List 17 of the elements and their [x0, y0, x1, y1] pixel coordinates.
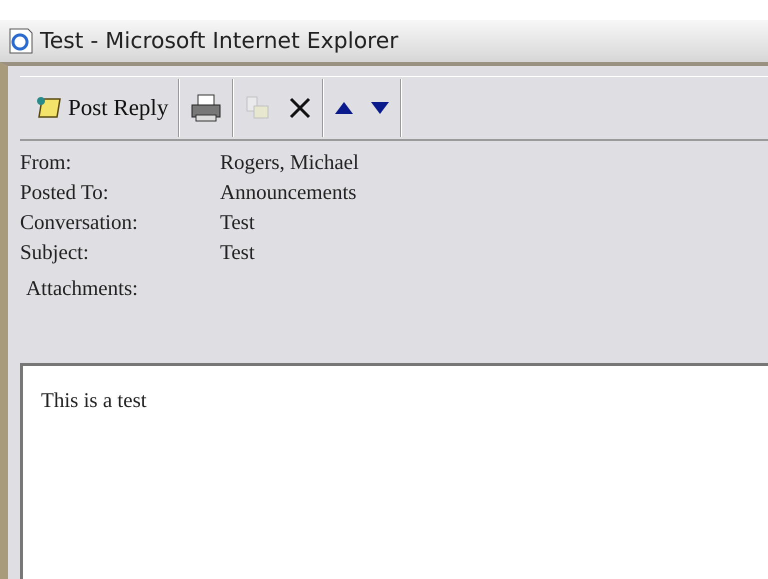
delete-icon: [288, 96, 312, 120]
message-text: This is a test: [41, 388, 147, 412]
field-value: Test: [220, 240, 255, 264]
field-label: Subject:: [20, 240, 90, 264]
field-label: Conversation:: [20, 210, 139, 234]
note-icon: [34, 95, 64, 121]
field-label: Attachments:: [26, 276, 139, 300]
down-arrow-icon: [370, 101, 390, 115]
field-value: Rogers, Michael: [220, 150, 359, 174]
up-arrow-icon: [334, 101, 354, 115]
field-value: Announcements: [220, 180, 356, 204]
field-label: Posted To:: [20, 180, 110, 204]
field-value: Test: [220, 210, 255, 234]
printer-icon: [190, 93, 222, 123]
reply-button[interactable]: Post Reply: [26, 86, 176, 130]
window-title: Test - Microsoft Internet Explorer: [40, 28, 398, 54]
field-label: From:: [20, 150, 72, 174]
